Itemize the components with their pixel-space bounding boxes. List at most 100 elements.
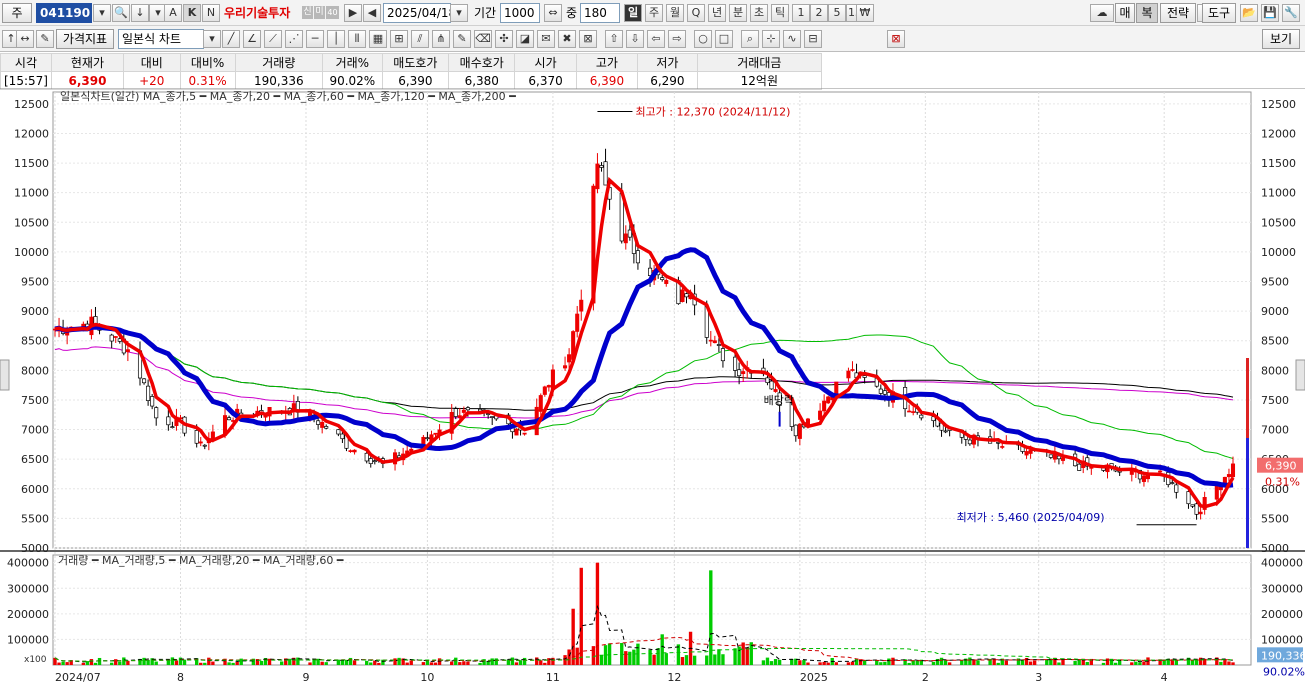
interval-button-9[interactable]: 2 [810, 4, 828, 22]
arrow-left-icon[interactable]: ⇦ [647, 30, 665, 48]
arrow-down-icon[interactable]: ⇩ [626, 30, 644, 48]
color-tool-icon[interactable]: ◪ [516, 30, 534, 48]
vertical-line-icon[interactable]: │ [327, 30, 345, 48]
price-legend-item[interactable]: MA_종가,20 ━ [206, 90, 280, 103]
volume-bar [207, 657, 211, 665]
y-tick-label-right: 11000 [1261, 187, 1296, 200]
chart-type-select[interactable]: 일본식 차트 [118, 29, 204, 49]
volume-bar [806, 662, 810, 665]
play-icon[interactable]: ▶ [344, 4, 362, 22]
code-dropdown-icon[interactable]: ▾ [93, 4, 111, 22]
volume-bar [377, 662, 381, 665]
interval-button-8[interactable]: 1 [792, 4, 810, 22]
price-indicator-button[interactable]: 가격지표 [56, 29, 114, 49]
sell-button[interactable]: 매 [1115, 3, 1135, 23]
edit-icon[interactable]: ✎ [36, 30, 54, 48]
interval-button-10[interactable]: 5 [828, 4, 846, 22]
candle-body [352, 449, 357, 453]
grid-tool-icon[interactable]: ▦ [369, 30, 387, 48]
pen-tool-icon[interactable]: ✎ [453, 30, 471, 48]
note-tool-icon[interactable]: ✉ [537, 30, 555, 48]
candle-body [793, 424, 798, 437]
quote-header-1: 현재가 [50, 53, 124, 72]
calendar-dropdown-icon[interactable]: ▾ [450, 4, 468, 22]
rect-tool-icon[interactable]: □ [715, 30, 733, 48]
market-selector[interactable]: 주 [2, 3, 32, 23]
interval-button-7[interactable]: 틱 [771, 4, 789, 22]
interval-button-3[interactable]: Q [687, 4, 705, 22]
price-legend-item[interactable]: 일본식차트(일간) [60, 89, 139, 103]
zoom-fit-icon[interactable]: ⇔ [544, 4, 562, 22]
interval-button-4[interactable]: 년 [708, 4, 726, 22]
channel-tool-icon[interactable]: ⫽ [411, 30, 429, 48]
cloud-icon[interactable]: ☁ [1090, 4, 1114, 22]
interval-button-2[interactable]: 월 [666, 4, 684, 22]
won-button[interactable]: ₩ [856, 4, 874, 22]
expand-icon[interactable]: ↔ [16, 30, 34, 48]
magic-tool-icon[interactable]: ✣ [495, 30, 513, 48]
interval-button-6[interactable]: 초 [750, 4, 768, 22]
compare-tool-icon[interactable]: ⊟ [804, 30, 822, 48]
stock-code-input[interactable]: 041190 [36, 3, 92, 23]
select-tool-icon[interactable]: ⊹ [762, 30, 780, 48]
candle-body [737, 369, 742, 377]
trend-tool-icon[interactable]: ⟋ [264, 30, 282, 48]
cycle-tool-icon[interactable]: ⦀ [348, 30, 366, 48]
candle-body [826, 396, 831, 404]
date-input[interactable]: 2025/04/18 [383, 3, 456, 23]
volume-bar [595, 562, 600, 665]
open-folder-icon[interactable]: 📂 [1240, 4, 1258, 22]
view-button[interactable]: 보기 [1262, 29, 1300, 49]
arrow-right-icon[interactable]: ⇨ [668, 30, 686, 48]
fan-tool-icon[interactable]: ⋰ [285, 30, 303, 48]
wave-tool-icon[interactable]: ∿ [783, 30, 801, 48]
quote-header-7: 매수호가 [448, 53, 516, 72]
low-annotation: 최저가 : 5,460 (2025/04/09) [957, 511, 1105, 524]
count-input[interactable]: 180 [580, 3, 620, 23]
search-icon[interactable]: 🔍 [112, 4, 130, 22]
arrow-up-icon[interactable]: ⇧ [605, 30, 623, 48]
price-legend-item[interactable]: MA_종가,60 ━ [280, 90, 354, 103]
horizontal-line-icon[interactable]: ─ [306, 30, 324, 48]
back-icon[interactable]: ◀ [363, 4, 381, 22]
y-tick-label-left: 7000 [21, 424, 49, 437]
save-icon[interactable]: 💾 [1261, 4, 1279, 22]
x-tick-label: 9 [302, 671, 309, 684]
a-button[interactable]: A [164, 4, 182, 22]
lock-tool-icon[interactable]: ⊠ [579, 30, 597, 48]
volume-bar [199, 662, 203, 665]
zoom-tool-icon[interactable]: ⌕ [741, 30, 759, 48]
n-button[interactable]: N [202, 4, 220, 22]
price-legend-item[interactable]: MA_종가,5 ━ [139, 90, 206, 103]
volume-bar [352, 660, 357, 665]
sort-icon[interactable]: ↓ [131, 4, 149, 22]
quote-value-7: 6,380 [448, 71, 516, 90]
volume-bar [652, 654, 656, 665]
price-legend-item[interactable]: MA_종가,200 ━ [435, 90, 516, 103]
tools-button[interactable]: 도구 [1202, 3, 1236, 23]
wrench-icon[interactable]: 🔧 [1282, 4, 1300, 22]
volume-tick-label-right: 200000 [1261, 608, 1303, 621]
k-button[interactable]: K [183, 4, 201, 22]
delete-tool-icon[interactable]: ✖ [558, 30, 576, 48]
interval-button-0[interactable]: 일 [624, 4, 642, 22]
close-drawing-icon[interactable]: ⊠ [887, 30, 905, 48]
chart-type-dropdown-icon[interactable]: ▾ [203, 30, 221, 48]
price-legend-item[interactable]: MA_종가,120 ━ [354, 90, 435, 103]
strategy-button[interactable]: 전략 [1160, 3, 1196, 23]
line-tool-icon[interactable]: ╱ [222, 30, 240, 48]
volume-bar [267, 658, 272, 665]
eraser-tool-icon[interactable]: ⌫ [474, 30, 492, 48]
duplicate-button[interactable]: 복 [1136, 3, 1158, 23]
interval-button-5[interactable]: 분 [729, 4, 747, 22]
pitchfork-tool-icon[interactable]: ⋔ [432, 30, 450, 48]
volume-bar [850, 661, 855, 665]
circle-tool-icon[interactable]: ○ [694, 30, 712, 48]
price-chart[interactable]: 5000500055005500600060006500650070007000… [0, 88, 1305, 685]
fibonacci-tool-icon[interactable]: ⊞ [390, 30, 408, 48]
volume-percent-label: 90.02% [1263, 665, 1305, 678]
volume-bar [1028, 661, 1033, 665]
angle-tool-icon[interactable]: ∠ [243, 30, 261, 48]
interval-button-1[interactable]: 주 [645, 4, 663, 22]
period-input[interactable]: 1000 [500, 3, 540, 23]
